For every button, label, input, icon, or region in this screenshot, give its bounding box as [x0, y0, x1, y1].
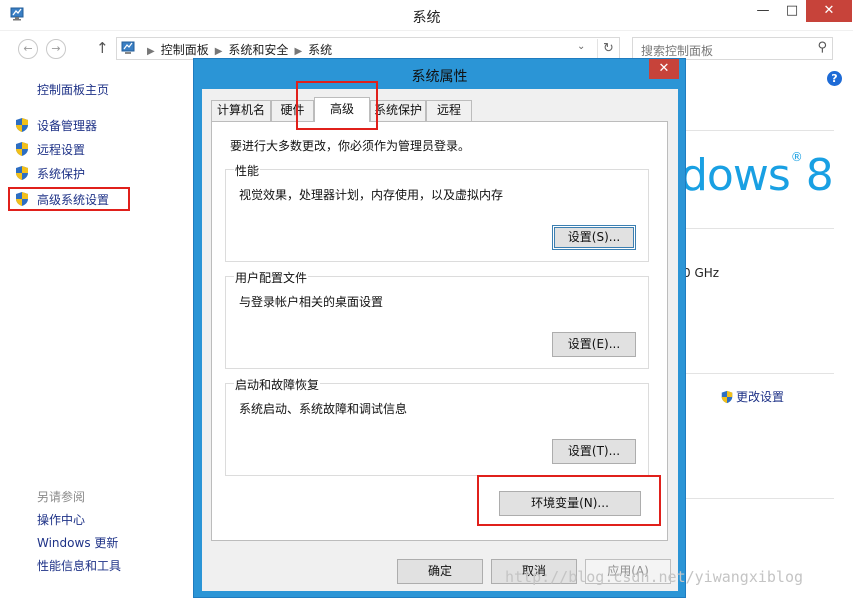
up-button[interactable]: ↑ — [96, 39, 109, 57]
watermark: http://blog.csdn.net/yiwangxiblog — [505, 568, 804, 586]
sidebar-item-remote-settings[interactable]: 远程设置 — [14, 139, 85, 159]
user-profiles-settings-button[interactable]: 设置(E)... — [552, 332, 636, 357]
uac-shield-icon — [721, 390, 733, 403]
startup-recovery-description: 系统启动、系统故障和调试信息 — [239, 402, 408, 416]
admin-notice: 要进行大多数更改，你必须作为管理员登录。 — [230, 139, 471, 153]
refresh-icon[interactable]: ↻ — [597, 39, 619, 58]
maximize-button[interactable]: □ — [777, 0, 807, 22]
startup-recovery-group-title: 启动和故障恢复 — [234, 376, 321, 393]
back-button[interactable]: ← — [18, 39, 38, 59]
dialog-title: 系统属性 — [411, 69, 468, 85]
startup-recovery-settings-button[interactable]: 设置(T)... — [552, 439, 636, 464]
sidebar-item-label: 远程设置 — [37, 142, 86, 157]
tab-computer-name[interactable]: 计算机名 — [211, 100, 271, 121]
forward-button[interactable]: → — [46, 39, 66, 59]
minimize-button[interactable]: — — [748, 0, 778, 22]
breadcrumb-system[interactable]: 系统 — [308, 43, 332, 57]
performance-settings-button[interactable]: 设置(S)... — [552, 225, 636, 250]
divider — [683, 130, 834, 131]
help-icon[interactable]: ? — [827, 71, 842, 86]
user-profiles-description: 与登录帐户相关的桌面设置 — [239, 295, 384, 309]
performance-group-title: 性能 — [234, 162, 261, 179]
sidebar-item-device-manager[interactable]: 设备管理器 — [14, 115, 97, 135]
window-close-button[interactable]: ✕ — [806, 0, 852, 22]
control-panel-icon — [121, 41, 135, 54]
startup-recovery-group: 启动和故障恢复 系统启动、系统故障和调试信息 设置(T)... — [225, 376, 649, 476]
user-profiles-group-title: 用户配置文件 — [234, 269, 309, 286]
see-also-heading: 另请参阅 — [37, 490, 86, 504]
divider — [683, 373, 834, 374]
sidebar: 控制面板主页 设备管理器 远程设置 系统保护 高级系统设置 另请参阅 操作中心 … — [0, 67, 193, 600]
tab-system-protection[interactable]: 系统保护 — [370, 100, 426, 121]
cpu-speed-value: 0 GHz — [683, 266, 720, 280]
uac-shield-icon — [16, 166, 28, 180]
see-also-windows-update[interactable]: Windows 更新 — [37, 534, 118, 551]
user-profiles-group: 用户配置文件 与登录帐户相关的桌面设置 设置(E)... — [225, 269, 649, 369]
windows-logo-mark: ® — [790, 150, 803, 164]
dialog-close-button[interactable]: ✕ — [649, 59, 679, 79]
divider — [683, 498, 834, 499]
change-settings-link[interactable]: 更改设置 — [720, 388, 784, 405]
breadcrumb: ▶ 控制面板 ▶ 系统和安全 ▶ 系统 — [141, 41, 332, 58]
search-input[interactable]: 搜索控制面板 ⚲ — [632, 37, 833, 60]
window-title: 系统 — [412, 10, 441, 26]
windows-logo-version: 8 — [805, 150, 834, 201]
breadcrumb-separator-icon[interactable]: ▶ — [215, 46, 223, 57]
divider — [683, 228, 834, 229]
uac-shield-icon — [16, 192, 28, 206]
uac-shield-icon — [16, 142, 28, 156]
control-panel-home-link[interactable]: 控制面板主页 — [37, 81, 109, 98]
sidebar-item-label: 系统保护 — [37, 166, 86, 181]
ok-button[interactable]: 确定 — [397, 559, 483, 584]
performance-description: 视觉效果，处理器计划，内存使用，以及虚拟内存 — [239, 188, 504, 202]
sidebar-item-system-protection[interactable]: 系统保护 — [14, 163, 85, 183]
search-icon[interactable]: ⚲ — [817, 40, 827, 55]
sidebar-item-label: 设备管理器 — [37, 118, 98, 133]
breadcrumb-separator-icon[interactable]: ▶ — [294, 46, 302, 57]
change-settings-label: 更改设置 — [736, 390, 785, 404]
see-also-performance-tools[interactable]: 性能信息和工具 — [37, 557, 121, 574]
address-bar[interactable]: ▶ 控制面板 ▶ 系统和安全 ▶ 系统 ⌄ ↻ — [116, 37, 620, 60]
windows-logo-text: dows — [680, 150, 791, 201]
windows-8-logo: dows®8 — [680, 150, 834, 201]
advanced-tab-highlight-box — [296, 81, 378, 130]
breadcrumb-system-security[interactable]: 系统和安全 — [228, 43, 288, 57]
tab-remote[interactable]: 远程 — [426, 100, 472, 121]
window-titlebar: 系统 — □ ✕ — [0, 0, 853, 31]
sidebar-item-label: 高级系统设置 — [37, 192, 110, 207]
breadcrumb-separator-icon: ▶ — [147, 46, 155, 57]
search-placeholder: 搜索控制面板 — [641, 44, 714, 58]
sidebar-item-advanced-system-settings[interactable]: 高级系统设置 — [8, 187, 130, 211]
see-also-action-center[interactable]: 操作中心 — [37, 511, 85, 528]
address-dropdown-icon[interactable]: ⌄ — [577, 41, 585, 52]
performance-group: 性能 视觉效果，处理器计划，内存使用，以及虚拟内存 设置(S)... — [225, 162, 649, 262]
breadcrumb-control-panel[interactable]: 控制面板 — [161, 43, 209, 57]
environment-variables-highlight-box — [477, 475, 661, 526]
uac-shield-icon — [16, 118, 28, 132]
